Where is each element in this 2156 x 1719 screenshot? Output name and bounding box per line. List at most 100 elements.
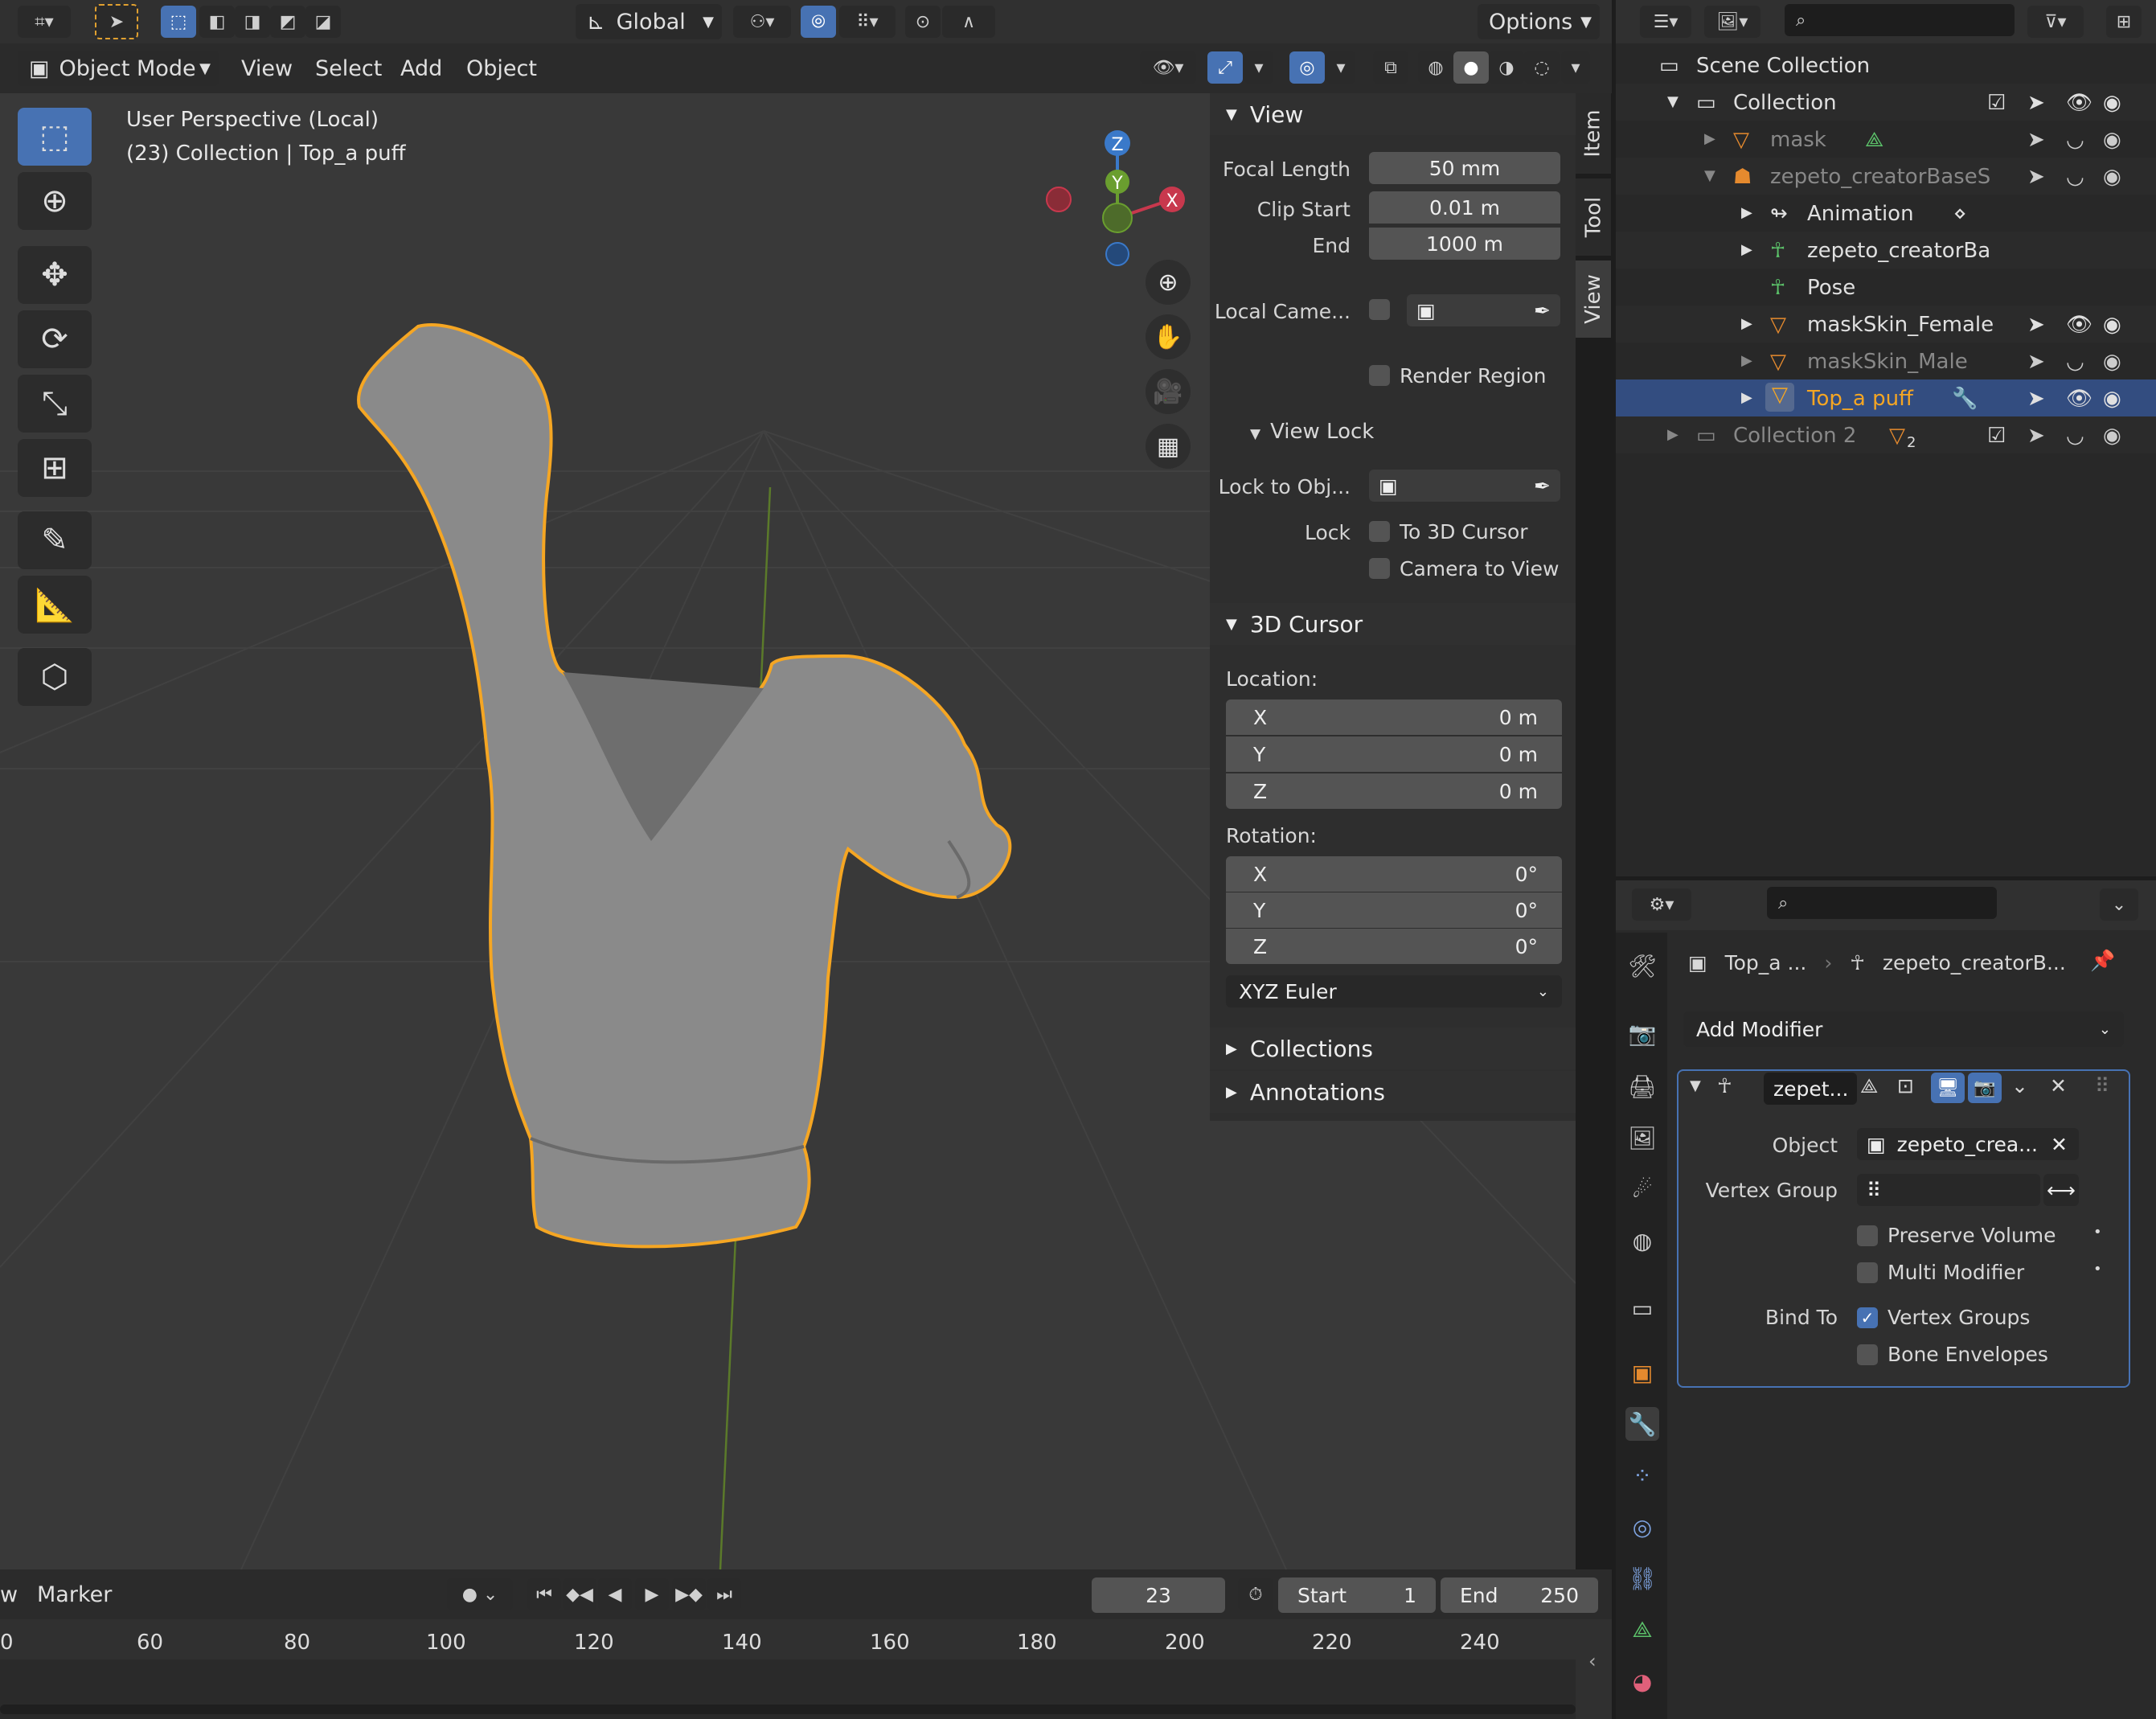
- rotation-mode-dropdown[interactable]: XYZ Euler ⌄: [1226, 975, 1562, 1007]
- close-icon[interactable]: ✕: [2051, 1133, 2068, 1156]
- outliner-row-maskskin-female[interactable]: ▶ ▽ maskSkin_Female ➤ 👁 ◉: [1616, 306, 2156, 343]
- material-tab-icon[interactable]: ◕: [1625, 1664, 1659, 1698]
- eye-closed-icon[interactable]: ◡: [2066, 350, 2084, 374]
- selectable-arrow-icon[interactable]: ➤: [2027, 313, 2045, 337]
- zoom-icon[interactable]: ⊕: [1146, 260, 1191, 305]
- render-camera-icon[interactable]: ◉: [2103, 313, 2121, 337]
- rendered-shading-icon[interactable]: ◌: [1524, 51, 1560, 84]
- eye-icon[interactable]: 👁: [2066, 91, 2092, 115]
- play-reverse-icon[interactable]: ◀: [598, 1578, 632, 1610]
- selectable-arrow-icon[interactable]: ➤: [2027, 350, 2045, 374]
- vertex-groups-checkbox[interactable]: ✓: [1857, 1307, 1878, 1328]
- outliner-search-input[interactable]: ⌕: [1785, 4, 2015, 36]
- location-z-field[interactable]: Z 0 m: [1226, 773, 1562, 809]
- edit-mode-toggle-icon[interactable]: ⟁: [1860, 1074, 1878, 1098]
- measure-tool-icon[interactable]: 📐: [18, 576, 92, 634]
- clip-end-field[interactable]: 1000 m: [1369, 228, 1560, 260]
- eye-icon[interactable]: 👁: [2066, 387, 2092, 411]
- select-invert-icon[interactable]: ◩: [270, 6, 305, 38]
- record-icon[interactable]: ● ⌄: [447, 1578, 513, 1610]
- rotation-y-field[interactable]: Y 0°: [1226, 892, 1562, 928]
- rotate-tool-icon[interactable]: ⟳: [18, 310, 92, 368]
- render-tab-icon[interactable]: 📷: [1625, 1016, 1659, 1050]
- navigation-gizmo[interactable]: Z Y X: [1041, 109, 1202, 270]
- gizmo-icon[interactable]: ⤢: [1207, 51, 1243, 84]
- jump-end-icon[interactable]: ⏭: [707, 1578, 741, 1610]
- start-frame-field[interactable]: Start 1: [1278, 1577, 1436, 1613]
- armature-object-field[interactable]: ▣ zepeto_crea... ✕: [1857, 1128, 2079, 1160]
- render-camera-icon[interactable]: ◉: [2103, 387, 2121, 411]
- location-x-field[interactable]: X 0 m: [1226, 699, 1562, 735]
- wireframe-shading-icon[interactable]: ◍: [1418, 51, 1453, 84]
- world-tab-icon[interactable]: ◍: [1625, 1224, 1659, 1257]
- cursor-tool-icon[interactable]: ⊕: [18, 172, 92, 230]
- chevron-down-icon[interactable]: ▾: [1326, 51, 1355, 84]
- collections-section-header[interactable]: ▶ Collections: [1210, 1028, 1576, 1069]
- animate-dot-icon[interactable]: •: [2093, 1261, 2102, 1278]
- eye-closed-icon[interactable]: ◡: [2066, 165, 2084, 189]
- select-box-tool-icon[interactable]: ⬚: [18, 108, 92, 166]
- render-camera-icon[interactable]: ◉: [2103, 128, 2121, 152]
- solid-shading-icon[interactable]: ●: [1453, 51, 1489, 84]
- particles-tab-icon[interactable]: ⁘: [1625, 1458, 1659, 1492]
- to-3d-cursor-checkbox[interactable]: [1369, 521, 1390, 542]
- timeline-area[interactable]: [0, 1619, 1612, 1719]
- scale-tool-icon[interactable]: ⤡: [18, 375, 92, 433]
- outliner-row-mask[interactable]: ▶ ▽ mask ⟁ ➤ ◡ ◉: [1616, 121, 2156, 158]
- outliner-row-armature-data[interactable]: ▶ ☥ zepeto_creatorBa: [1616, 232, 2156, 269]
- local-camera-field[interactable]: ▣ ✒: [1407, 294, 1560, 326]
- menu-marker[interactable]: Marker: [37, 1582, 112, 1607]
- focal-length-field[interactable]: 50 mm: [1369, 152, 1560, 184]
- invert-vertex-group-icon[interactable]: ⟷: [2043, 1174, 2079, 1206]
- 3d-cursor-section-header[interactable]: ▼ 3D Cursor: [1210, 603, 1576, 645]
- mode-dropdown[interactable]: ▣ Object Mode ▼: [18, 51, 219, 86]
- menu-view[interactable]: View: [241, 56, 293, 81]
- outliner-row-pose[interactable]: ☥ Pose: [1616, 269, 2156, 306]
- render-toggle-icon[interactable]: 📷: [1968, 1073, 2002, 1103]
- drag-handle-icon[interactable]: ⠿: [2095, 1074, 2109, 1097]
- material-shading-icon[interactable]: ◑: [1489, 51, 1524, 84]
- tool-tab-icon[interactable]: 🛠: [1625, 949, 1659, 983]
- selectable-arrow-icon[interactable]: ➤: [2027, 424, 2045, 448]
- select-intersect-icon[interactable]: ◪: [305, 6, 341, 38]
- output-tab-icon[interactable]: 🖨: [1625, 1069, 1659, 1103]
- jump-start-icon[interactable]: ⏮: [527, 1578, 561, 1610]
- render-camera-icon[interactable]: ◉: [2103, 165, 2121, 189]
- render-camera-icon[interactable]: ◉: [2103, 424, 2121, 448]
- view-layer-icon[interactable]: 🖼▾: [1704, 6, 1760, 38]
- render-camera-icon[interactable]: ◉: [2103, 350, 2121, 374]
- move-tool-icon[interactable]: ✥: [18, 246, 92, 304]
- prev-keyframe-icon[interactable]: ◆◀: [563, 1578, 596, 1610]
- chevron-down-icon[interactable]: ⌄: [2100, 888, 2138, 921]
- editor-type-icon[interactable]: ⌗▾: [18, 6, 71, 38]
- vertex-group-field[interactable]: ⠿: [1857, 1174, 2040, 1206]
- options-dropdown[interactable]: Options ▼: [1478, 4, 1600, 39]
- checkbox-icon[interactable]: ☑: [1987, 91, 2006, 115]
- eye-icon[interactable]: 👁: [2066, 313, 2092, 337]
- close-icon[interactable]: ✕: [2050, 1074, 2067, 1097]
- data-tab-icon[interactable]: ⟁: [1625, 1613, 1659, 1647]
- overlays-icon[interactable]: ◎: [1289, 51, 1325, 84]
- triangle-down-icon[interactable]: ▼: [1690, 1077, 1701, 1094]
- menu-view-cut[interactable]: w: [0, 1582, 18, 1607]
- render-camera-icon[interactable]: ◉: [2103, 91, 2121, 115]
- lock-to-object-field[interactable]: ▣ ✒: [1369, 470, 1560, 502]
- bone-envelopes-checkbox[interactable]: [1857, 1344, 1878, 1365]
- selectable-arrow-icon[interactable]: ➤: [2027, 128, 2045, 152]
- scene-tab-icon[interactable]: ☄: [1625, 1172, 1659, 1206]
- object-tab-icon[interactable]: ▣: [1625, 1356, 1659, 1389]
- timeline-scrollbar[interactable]: [0, 1705, 1576, 1714]
- outliner-row-armature[interactable]: ▼ ☗ zepeto_creatorBaseS ➤ ◡ ◉: [1616, 158, 2156, 195]
- collection-tab-icon[interactable]: ▭: [1625, 1291, 1659, 1325]
- menu-select[interactable]: Select: [315, 56, 382, 81]
- physics-tab-icon[interactable]: ◎: [1625, 1510, 1659, 1544]
- transform-orientation-dropdown[interactable]: ⊾ Global ▼: [576, 4, 722, 39]
- outliner-row-collection[interactable]: ▼ ▭ Collection ☑ ➤ 👁 ◉: [1616, 84, 2156, 121]
- modifier-name-field[interactable]: zepet...: [1764, 1073, 1857, 1105]
- select-subtract-icon[interactable]: ◨: [235, 6, 270, 38]
- pivot-point-icon[interactable]: ⚇▾: [733, 6, 791, 38]
- view-lock-header[interactable]: ▼ View Lock: [1250, 420, 1374, 444]
- camera-to-view-checkbox[interactable]: [1369, 558, 1390, 579]
- transform-tool-icon[interactable]: ⊞: [18, 439, 92, 497]
- camera-icon[interactable]: 🎥: [1146, 369, 1191, 414]
